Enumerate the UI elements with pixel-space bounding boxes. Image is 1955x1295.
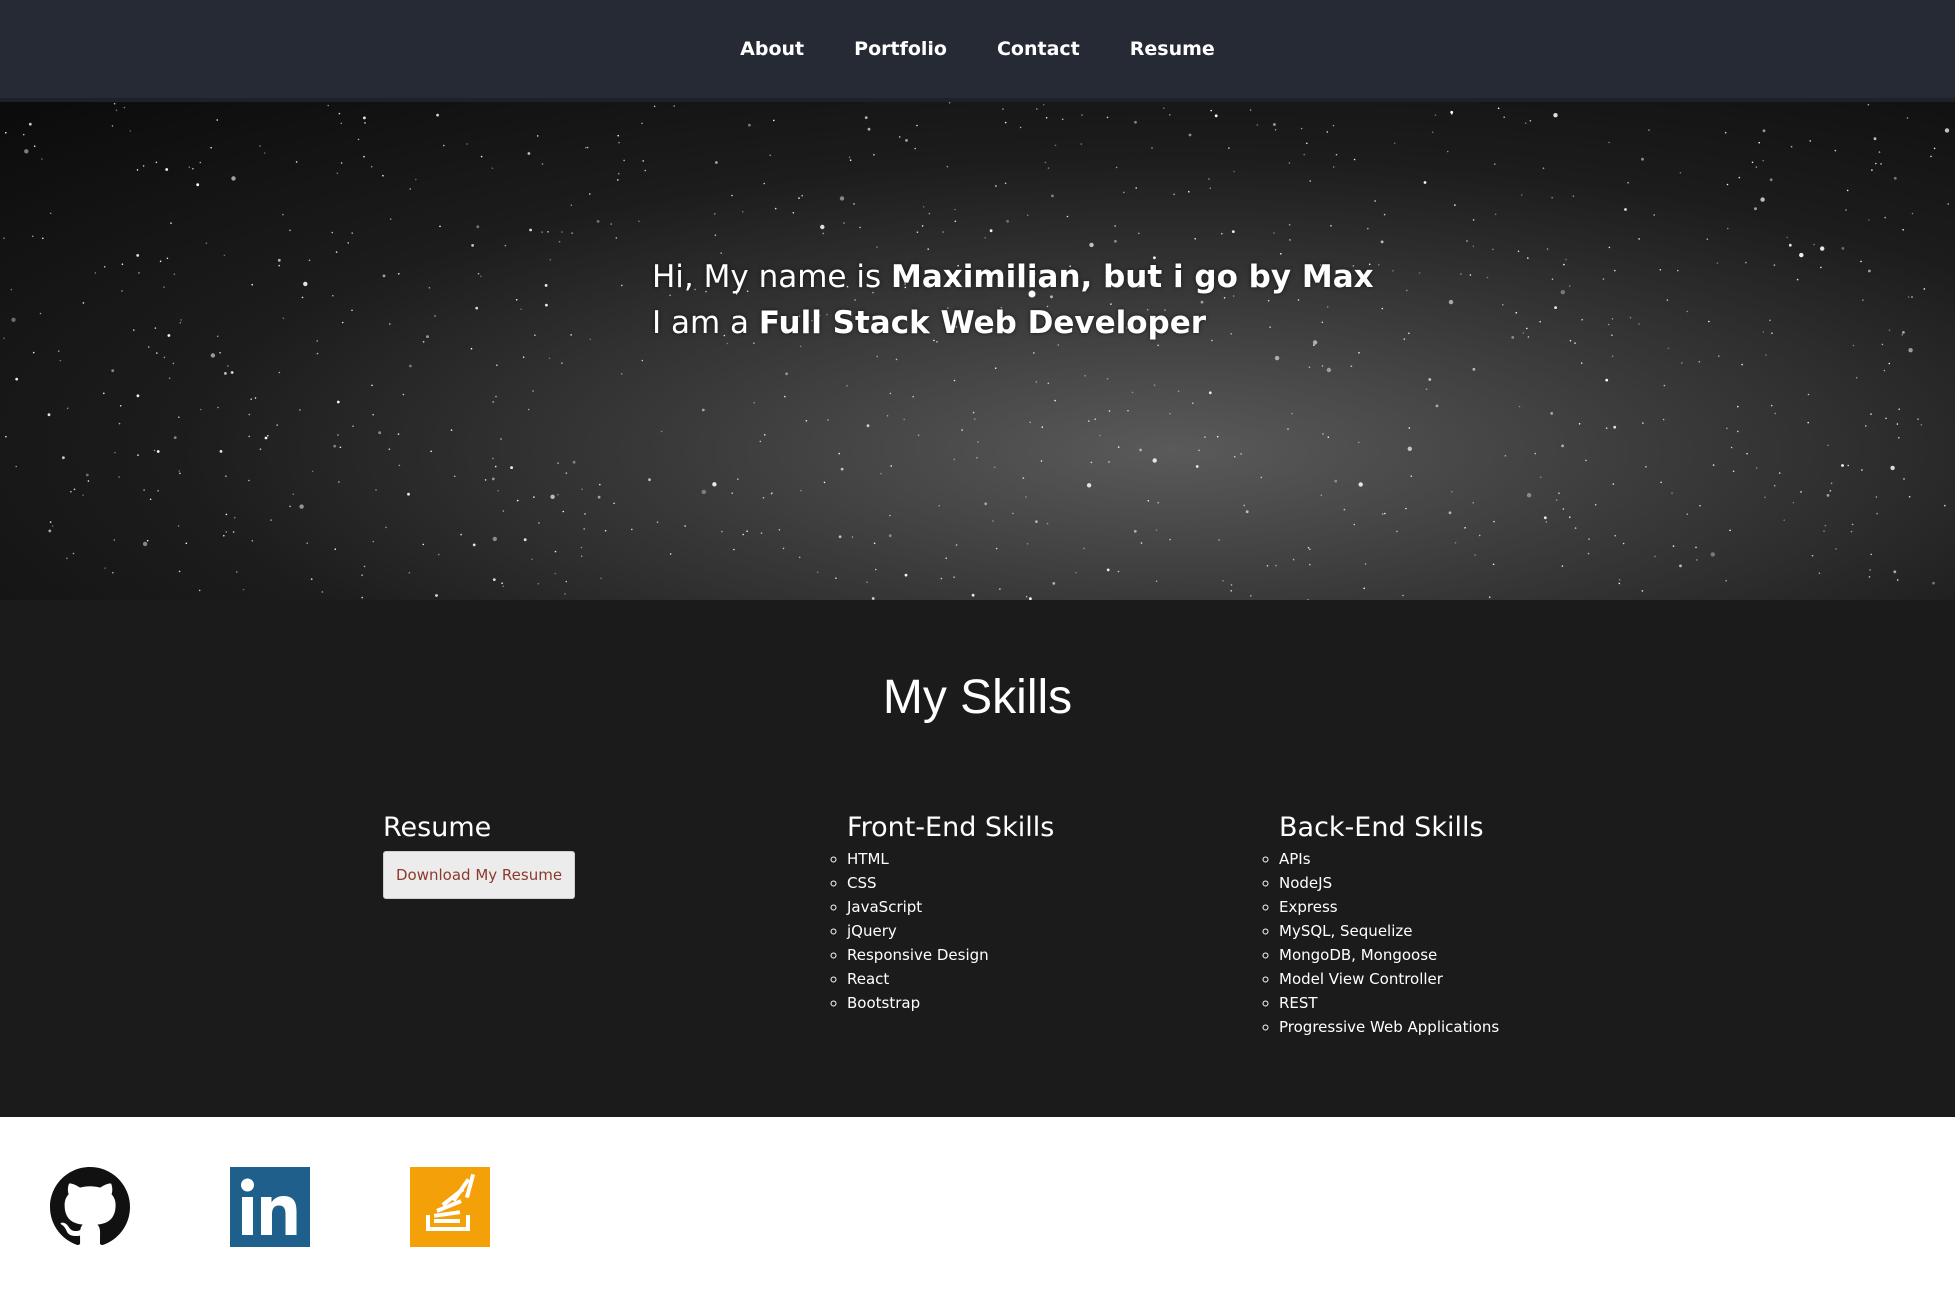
hero-banner: Hi, My name is Maximilian, but i go by M…	[0, 102, 1955, 600]
skills-section: My Skills Resume Download My Resume Fron…	[0, 600, 1955, 1117]
resume-heading: Resume	[383, 812, 492, 843]
backend-skill-item: Model View Controller	[1279, 967, 1499, 991]
footer	[0, 1117, 1955, 1295]
navbar: About Portfolio Contact Resume	[0, 0, 1955, 102]
backend-skill-item: REST	[1279, 991, 1499, 1015]
frontend-skill-item: Bootstrap	[847, 991, 1054, 1015]
stackoverflow-icon[interactable]	[410, 1167, 490, 1247]
backend-skills-list: APIsNodeJSExpressMySQL, SequelizeMongoDB…	[1254, 847, 1499, 1039]
hero-intro: Hi, My name is Maximilian, but i go by M…	[652, 254, 1374, 346]
github-icon[interactable]	[50, 1167, 130, 1247]
nav-link-portfolio[interactable]: Portfolio	[854, 38, 947, 60]
hero-role-prefix: I am a	[652, 305, 759, 341]
nav-link-resume[interactable]: Resume	[1130, 38, 1215, 60]
frontend-skill-item: jQuery	[847, 919, 1054, 943]
frontend-skill-item: HTML	[847, 847, 1054, 871]
backend-heading: Back-End Skills	[1279, 812, 1484, 843]
backend-skill-item: APIs	[1279, 847, 1499, 871]
frontend-skill-item: Responsive Design	[847, 943, 1054, 967]
frontend-column: Front-End Skills HTMLCSSJavaScriptjQuery…	[822, 812, 1054, 1015]
hero-line-name: Hi, My name is Maximilian, but i go by M…	[652, 254, 1374, 300]
backend-skill-item: Progressive Web Applications	[1279, 1015, 1499, 1039]
hero-greeting: Hi, My name is	[652, 259, 891, 295]
backend-skill-item: NodeJS	[1279, 871, 1499, 895]
hero-role: Full Stack Web Developer	[758, 305, 1207, 341]
frontend-skills-list: HTMLCSSJavaScriptjQueryResponsive Design…	[822, 847, 1054, 1015]
nav-link-about[interactable]: About	[740, 38, 804, 60]
linkedin-icon[interactable]	[230, 1167, 310, 1247]
starfield-background	[3, 102, 1950, 600]
backend-skill-item: Express	[1279, 895, 1499, 919]
hero-line-role: I am a Full Stack Web Developer	[652, 300, 1374, 346]
download-resume-button[interactable]: Download My Resume	[383, 851, 576, 899]
backend-skill-item: MongoDB, Mongoose	[1279, 943, 1499, 967]
backend-skill-item: MySQL, Sequelize	[1279, 919, 1499, 943]
frontend-skill-item: CSS	[847, 871, 1054, 895]
skills-title: My Skills	[882, 671, 1073, 724]
resume-column: Resume Download My Resume	[383, 812, 576, 899]
nav-link-contact[interactable]: Contact	[997, 38, 1080, 60]
frontend-heading: Front-End Skills	[847, 812, 1055, 843]
backend-column: Back-End Skills APIsNodeJSExpressMySQL, …	[1254, 812, 1499, 1039]
hero-name: Maximilian, but i go by Max	[890, 259, 1374, 295]
frontend-skill-item: JavaScript	[847, 895, 1054, 919]
frontend-skill-item: React	[847, 967, 1054, 991]
